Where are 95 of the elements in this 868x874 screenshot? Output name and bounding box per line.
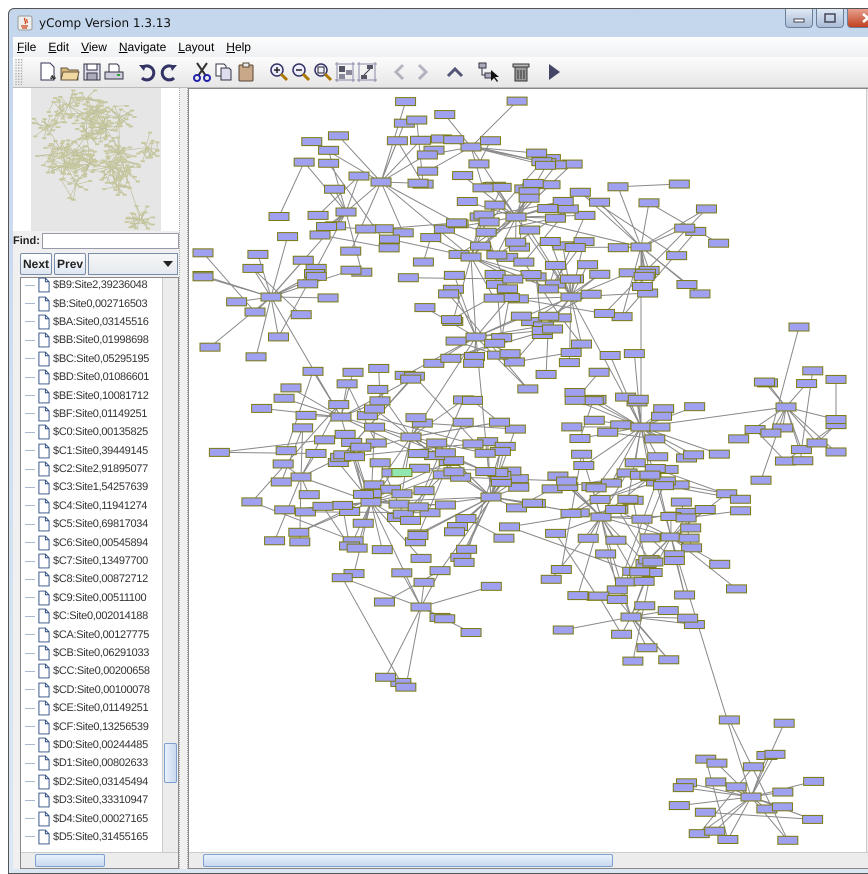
tree-item[interactable]: $BA:Site0,03145516 — [53, 316, 149, 328]
tree-item[interactable]: $D4:Site0,00027165 — [53, 812, 148, 825]
zoom-fit-icon — [312, 61, 334, 83]
tree-item[interactable]: $C8:Site0,00872712 — [53, 573, 148, 586]
file-icon — [38, 828, 50, 845]
toolbar-grip[interactable] — [15, 59, 23, 85]
tree-item[interactable]: $CD:Site0,00100078 — [53, 684, 150, 696]
tree-item[interactable]: $C:Site0,002014188 — [53, 610, 148, 622]
dropdown[interactable] — [88, 253, 178, 275]
menu-item[interactable]: Help — [226, 40, 251, 54]
file-icon — [38, 461, 50, 478]
menu-item[interactable]: File — [17, 40, 36, 54]
scrollbar[interactable] — [21, 852, 178, 868]
file-icon — [38, 590, 50, 606]
file-icon — [38, 479, 50, 496]
tree-item[interactable]: $CA:Site0,00127775 — [53, 628, 150, 641]
next-button[interactable]: Next — [20, 253, 52, 275]
tree-item[interactable]: $CF:Site0,13256539 — [53, 720, 149, 733]
file-icon — [38, 516, 50, 532]
tree-item[interactable]: $CB:Site0,06291033 — [53, 647, 150, 659]
zoom-out-icon — [290, 61, 312, 83]
tree-item[interactable]: $C2:Site2,91895077 — [53, 463, 148, 476]
select-cursor-icon — [477, 61, 499, 83]
tree-item[interactable]: $B9:Site2,39236048 — [53, 279, 148, 292]
tree-item[interactable]: $C4:Site0,11941274 — [53, 500, 148, 512]
file-icon — [38, 755, 50, 772]
tree-item[interactable]: $BF:Site0,01149251 — [53, 408, 148, 420]
cut-button[interactable] — [191, 60, 213, 84]
maximize-icon — [824, 13, 836, 23]
java-icon — [17, 15, 33, 31]
file-icon — [38, 406, 50, 422]
minimize-icon — [793, 18, 805, 23]
select-button[interactable] — [477, 60, 499, 84]
tree-item[interactable]: $C3:Site1,54257639 — [53, 481, 148, 494]
menu-item[interactable]: Layout — [178, 40, 214, 54]
tree-item[interactable]: $D3:Site0,33310947 — [53, 794, 148, 806]
layout-icon — [334, 61, 356, 83]
scrollbar[interactable] — [162, 278, 178, 852]
scissors-icon — [191, 61, 213, 83]
tree-item[interactable]: $D0:Site0,00244485 — [53, 738, 148, 751]
file-icon — [38, 626, 50, 643]
file-icon — [38, 350, 50, 367]
tree-item[interactable]: $D5:Site0,31455165 — [53, 830, 148, 843]
file-icon — [38, 369, 50, 386]
tree-layout-icon — [356, 61, 378, 83]
file-icon — [38, 663, 50, 680]
menu-item[interactable]: Edit — [48, 40, 70, 54]
tree-item[interactable]: $C0:Site0,00135825 — [53, 426, 148, 438]
file-icon — [38, 314, 50, 330]
file-icon — [38, 774, 50, 790]
menu-item[interactable]: View — [81, 40, 107, 54]
caret-icon — [163, 261, 173, 267]
file-icon — [38, 442, 50, 459]
window-title: yComp Version 1.3.13 — [39, 16, 172, 30]
file-icon — [38, 498, 50, 514]
tree-item[interactable]: $C6:Site0,00545894 — [53, 536, 148, 549]
tree-item[interactable]: $D2:Site0,03145494 — [53, 776, 148, 788]
file-icon — [38, 810, 50, 827]
tree-item[interactable]: $BB:Site0,01998698 — [53, 334, 149, 346]
file-icon — [38, 700, 50, 716]
file-icon — [38, 388, 50, 404]
tree-item[interactable]: $BC:Site0,05295195 — [53, 352, 150, 365]
tree-item[interactable]: $B:Site0,002716503 — [53, 298, 148, 310]
file-icon — [38, 571, 50, 588]
tree-item[interactable]: $BD:Site0,01086601 — [53, 371, 150, 384]
maximize-button[interactable] — [816, 9, 844, 28]
tree-item[interactable]: $C5:Site0,69817034 — [53, 518, 148, 530]
tree-item[interactable]: $CC:Site0,00200658 — [53, 665, 150, 678]
tree-item[interactable]: $D1:Site0,00802633 — [53, 757, 148, 770]
file-icon — [38, 296, 50, 312]
layout-button[interactable] — [334, 60, 356, 84]
tree-item[interactable]: $CE:Site0,01149251 — [53, 702, 148, 714]
find-label: Find: — [13, 235, 40, 247]
zoom-in-icon — [268, 61, 290, 83]
file-icon — [38, 424, 50, 440]
minimize-button[interactable] — [785, 9, 813, 28]
tree-item[interactable]: $C9:Site0,00511100 — [53, 592, 146, 604]
file-icon — [38, 792, 50, 808]
tree-item[interactable]: $C7:Site0,13497700 — [53, 555, 148, 568]
file-icon — [38, 332, 50, 348]
find-field[interactable] — [42, 233, 179, 249]
scrollbar[interactable] — [189, 852, 868, 868]
file-icon — [38, 682, 50, 698]
file-icon — [38, 718, 50, 735]
file-icon — [38, 736, 50, 753]
file-icon — [38, 608, 50, 624]
file-icon — [38, 645, 50, 661]
menu-item[interactable]: Navigate — [118, 40, 166, 54]
trash-icon — [510, 61, 532, 83]
file-icon — [38, 534, 50, 551]
layout-tree-button[interactable] — [356, 60, 378, 84]
tree-item[interactable]: $C1:Site0,39449145 — [53, 444, 148, 457]
prev-button[interactable]: Prev — [54, 253, 86, 275]
file-icon — [38, 553, 50, 570]
tree-item[interactable]: $BE:Site0,10081712 — [53, 390, 149, 402]
